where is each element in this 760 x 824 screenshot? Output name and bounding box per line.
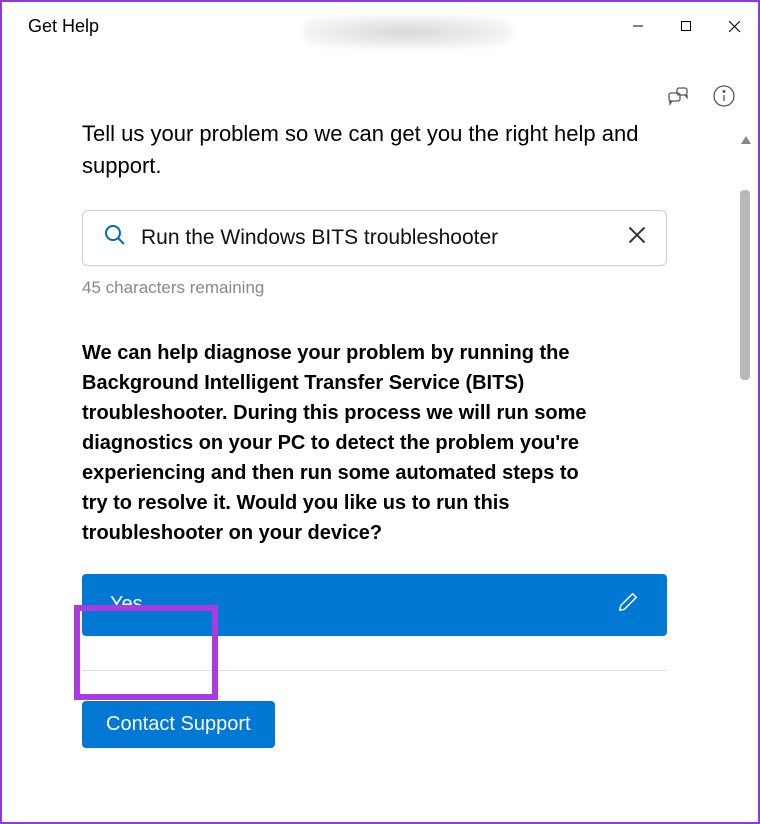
scrollbar[interactable] xyxy=(740,138,752,818)
content-area: Tell us your problem so we can get you t… xyxy=(2,50,758,748)
clear-search-icon[interactable] xyxy=(628,226,646,249)
feedback-icon[interactable] xyxy=(666,84,690,113)
info-icon[interactable] xyxy=(712,84,736,113)
scroll-up-icon[interactable] xyxy=(741,136,751,144)
close-button[interactable] xyxy=(710,2,758,50)
edit-icon xyxy=(617,591,639,619)
maximize-button[interactable] xyxy=(662,2,710,50)
prompt-text: Tell us your problem so we can get you t… xyxy=(82,118,672,182)
close-icon xyxy=(728,20,741,33)
toolbar-icons xyxy=(666,84,736,113)
window-controls xyxy=(614,2,758,50)
search-input[interactable] xyxy=(141,226,628,250)
scrollbar-thumb[interactable] xyxy=(740,190,750,380)
yes-button[interactable]: Yes xyxy=(82,574,667,636)
divider xyxy=(82,670,667,671)
search-icon xyxy=(103,223,127,252)
maximize-icon xyxy=(680,20,692,32)
contact-support-button[interactable]: Contact Support xyxy=(82,701,275,748)
minimize-button[interactable] xyxy=(614,2,662,50)
titlebar-blur xyxy=(302,16,512,48)
diagnosis-text: We can help diagnose your problem by run… xyxy=(82,338,602,548)
search-box[interactable] xyxy=(82,210,667,266)
window-title: Get Help xyxy=(28,16,99,37)
chars-remaining: 45 characters remaining xyxy=(82,278,678,298)
minimize-icon xyxy=(632,20,644,32)
titlebar: Get Help xyxy=(2,2,758,50)
yes-label: Yes xyxy=(110,593,143,616)
